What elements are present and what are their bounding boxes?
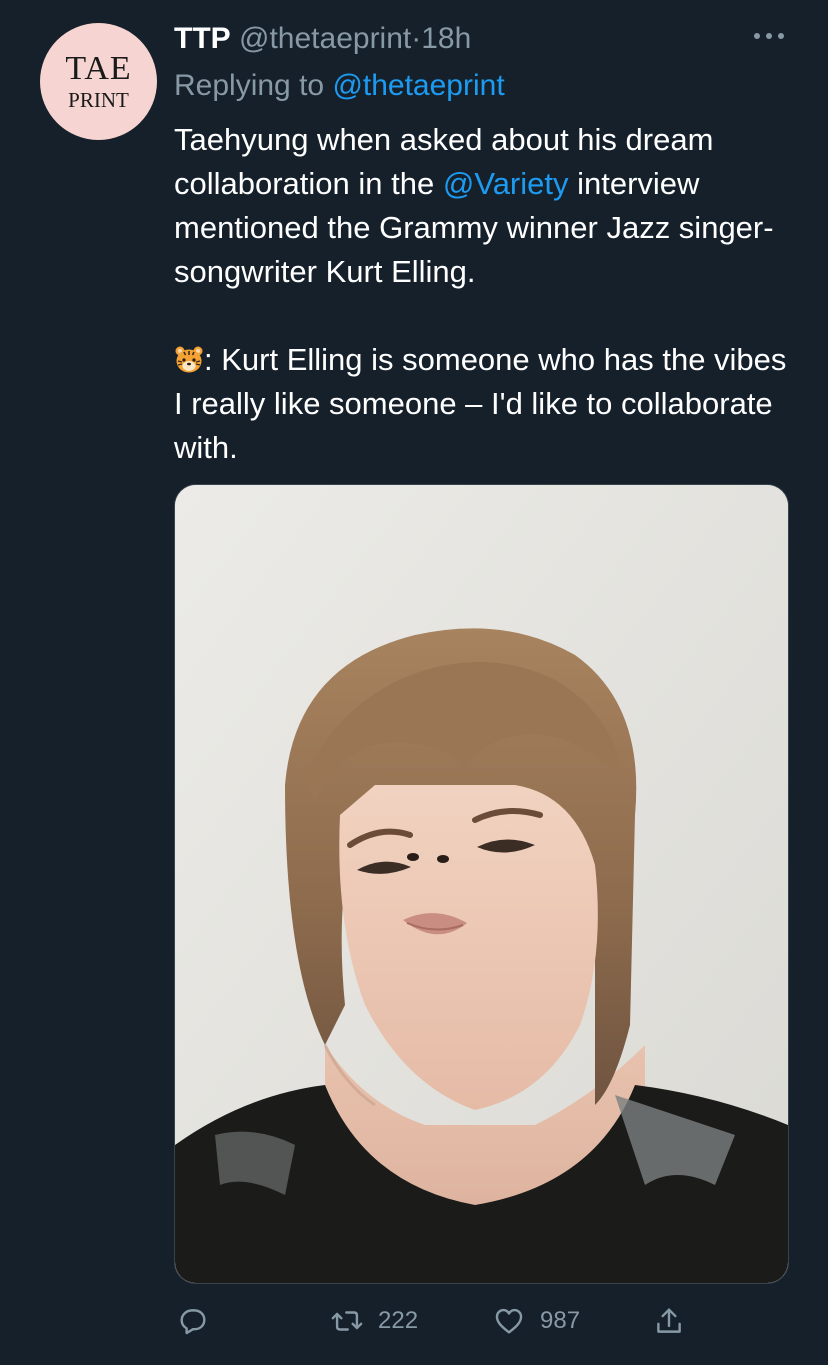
tweet-photo[interactable] [174, 484, 789, 1284]
share-icon [657, 1308, 681, 1333]
share-button[interactable] [652, 1300, 686, 1342]
tweet-paragraph-2: : Kurt Elling is someone who has the vib… [174, 338, 794, 470]
timestamp[interactable]: 18h [421, 22, 471, 55]
heart-icon [495, 1308, 523, 1334]
avatar-text-top: TAE [65, 49, 132, 87]
display-name[interactable]: TTP [174, 22, 231, 55]
variety-mention[interactable]: @Variety [443, 166, 569, 201]
retweet-icon [331, 1311, 363, 1331]
tweet-paragraph-1: Taehyung when asked about his dream coll… [174, 118, 794, 294]
retweet-count: 222 [378, 1307, 419, 1334]
reply-button[interactable] [176, 1300, 210, 1342]
tweet-text: Taehyung when asked about his dream coll… [174, 118, 794, 470]
retweet-button[interactable]: 222 [330, 1300, 418, 1342]
reply-icon [180, 1309, 206, 1335]
more-options-icon[interactable] [752, 26, 786, 46]
like-button[interactable]: 987 [492, 1300, 580, 1342]
avatar[interactable]: TAE PRINT [40, 23, 157, 140]
user-handle[interactable]: @thetaeprint [239, 22, 411, 55]
quote-text: : Kurt Elling is someone who has the vib… [174, 342, 787, 465]
replying-to: Replying to @thetaeprint [174, 66, 505, 106]
meta-separator: · [411, 22, 422, 55]
avatar-text-bottom: PRINT [68, 87, 129, 112]
tweet-actions: 222 987 [0, 1300, 828, 1342]
like-count: 987 [540, 1307, 581, 1334]
replying-to-handle[interactable]: @thetaeprint [332, 69, 504, 102]
portrait-illustration [175, 485, 788, 1283]
replying-to-label: Replying to [174, 69, 333, 102]
tweet-header: TTP @thetaeprint·18h [174, 20, 471, 58]
tiger-face-icon [175, 346, 203, 373]
